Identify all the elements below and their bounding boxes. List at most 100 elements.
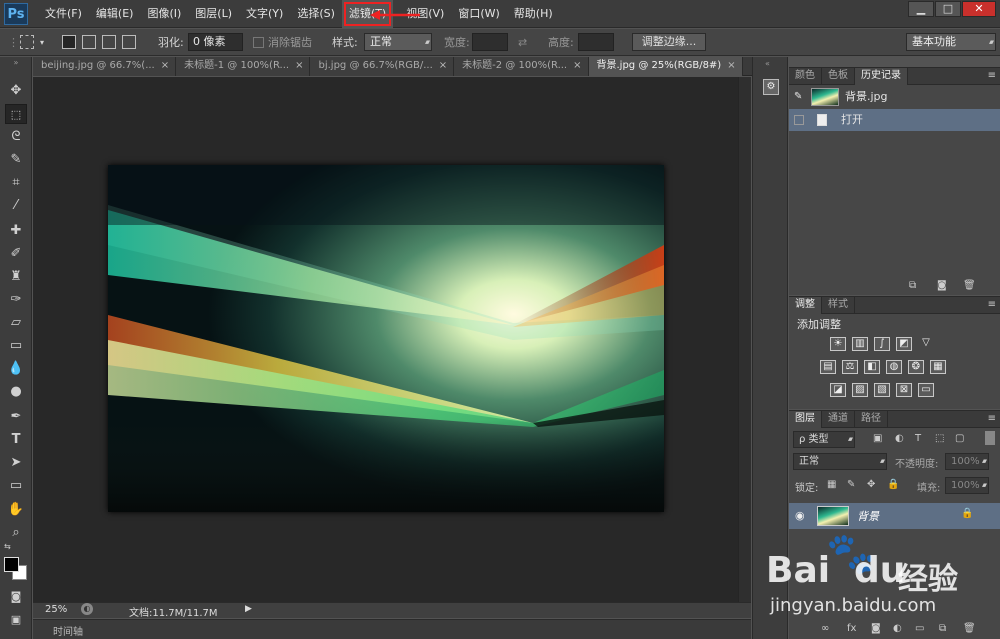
add-selection-icon[interactable] [82, 35, 96, 49]
type-filter-icon[interactable]: T [915, 433, 921, 444]
zoom-level[interactable]: 25% [45, 604, 67, 615]
lasso-tool-icon[interactable]: ᘓ [5, 127, 27, 147]
lock-pixels-icon[interactable]: ✎ [847, 479, 855, 490]
panel-menu-icon[interactable]: ≡ [988, 297, 996, 313]
pen-tool-icon[interactable]: ✒ [5, 407, 27, 427]
history-brush-tool-icon[interactable]: ✑ [5, 290, 27, 310]
tab-history[interactable]: 历史记录 [855, 68, 908, 85]
history-brush-source-icon[interactable]: ✎ [794, 86, 802, 108]
panel-menu-icon[interactable]: ≡ [988, 68, 996, 84]
tab-untitled-2[interactable]: 未标题-2 @ 100%(R... × [454, 57, 589, 76]
tab-beijing[interactable]: beijing.jpg @ 66.7%(... × [33, 57, 177, 76]
status-info-icon[interactable]: ◐ [81, 603, 93, 615]
menu-type[interactable]: 文字(Y) [239, 0, 290, 28]
brush-tool-icon[interactable]: ✐ [5, 244, 27, 264]
tab-layers[interactable]: 图层 [789, 411, 822, 428]
clone-stamp-tool-icon[interactable]: ♜ [5, 267, 27, 287]
screen-mode-icon[interactable]: ▣ [5, 610, 27, 630]
rectangle-tool-icon[interactable]: ▭ [5, 476, 27, 496]
status-menu-arrow-icon[interactable]: ▶ [245, 604, 252, 614]
tab-bj[interactable]: bj.jpg @ 66.7%(RGB/... × [310, 57, 455, 76]
smart-object-filter-icon[interactable]: ▢ [955, 433, 964, 444]
foreground-color-swatch[interactable] [4, 557, 19, 572]
menu-file[interactable]: 文件(F) [38, 0, 89, 28]
lock-transparency-icon[interactable]: ▦ [827, 479, 836, 490]
pixel-filter-icon[interactable]: ▣ [873, 433, 882, 444]
menu-help[interactable]: 帮助(H) [507, 0, 560, 28]
eye-icon[interactable]: ◉ [795, 509, 805, 522]
zoom-tool-icon[interactable]: ⌕ [5, 523, 27, 543]
menu-layer[interactable]: 图层(L) [188, 0, 239, 28]
close-icon[interactable]: × [727, 60, 735, 71]
close-icon[interactable]: × [295, 60, 303, 71]
maximize-button[interactable]: □ [935, 1, 961, 17]
trash-icon[interactable]: 🗑 [963, 280, 976, 291]
selective-color-icon[interactable]: ⊠ [896, 383, 912, 397]
shape-filter-icon[interactable]: ⬚ [935, 433, 944, 444]
swap-icon[interactable]: ⇄ [518, 34, 527, 51]
tab-color[interactable]: 颜色 [789, 68, 822, 85]
layer-filter-select[interactable]: ρ 类型 [793, 431, 855, 448]
new-document-from-state-icon[interactable]: ⧉ [909, 280, 916, 291]
eyedropper-tool-icon[interactable]: ⁄ [5, 196, 27, 216]
tab-background[interactable]: 背景.jpg @ 25%(RGB/8#) × [588, 57, 743, 76]
history-snapshot[interactable]: ✎ 背景.jpg [789, 86, 1000, 108]
hand-tool-icon[interactable]: ✋ [5, 500, 27, 520]
tab-untitled-1[interactable]: 未标题-1 @ 100%(R... × [176, 57, 311, 76]
lock-all-icon[interactable]: 🔒 [887, 479, 899, 490]
close-icon[interactable]: × [439, 60, 447, 71]
posterize-icon[interactable]: ▨ [852, 383, 868, 397]
feather-input[interactable]: 0 像素 [188, 33, 243, 51]
channel-mixer-icon[interactable]: ❂ [908, 360, 924, 374]
document-image[interactable] [108, 165, 664, 512]
refine-edge-button[interactable]: 调整边缘... [632, 33, 706, 51]
eraser-tool-icon[interactable]: ▱ [5, 313, 27, 333]
collapse-icon[interactable]: « [765, 59, 770, 68]
layer-name[interactable]: 背景 [857, 508, 879, 524]
color-lookup-icon[interactable]: ▦ [930, 360, 946, 374]
type-tool-icon[interactable]: T [5, 430, 27, 450]
fill-input[interactable]: 100% [945, 477, 989, 494]
width-input[interactable] [472, 33, 508, 51]
vibrance-icon[interactable]: ▽ [918, 337, 934, 351]
tab-adjustments[interactable]: 调整 [789, 297, 822, 314]
invert-icon[interactable]: ◪ [830, 383, 846, 397]
panel-menu-icon[interactable]: ≡ [988, 411, 996, 427]
curves-icon[interactable]: ∫ [874, 337, 890, 351]
chevron-down-icon[interactable]: ▾ [40, 34, 44, 51]
menu-select[interactable]: 选择(S) [290, 0, 342, 28]
menu-edit[interactable]: 编辑(E) [89, 0, 141, 28]
color-balance-icon[interactable]: ⚖ [842, 360, 858, 374]
marquee-tool-icon[interactable]: ⬚ [5, 104, 27, 124]
quick-select-tool-icon[interactable]: ✎ [5, 150, 27, 170]
close-window-button[interactable]: ✕ [962, 1, 996, 17]
swap-colors-icon[interactable]: ⇆ [4, 542, 11, 551]
move-tool-icon[interactable]: ✥ [5, 81, 27, 101]
dodge-tool-icon[interactable]: ● [5, 382, 27, 402]
lock-position-icon[interactable]: ✥ [867, 479, 875, 490]
style-select[interactable]: 正常 [364, 33, 432, 51]
gradient-tool-icon[interactable]: ▭ [5, 336, 27, 356]
brightness-icon[interactable]: ☀ [830, 337, 846, 351]
hue-saturation-icon[interactable]: ▤ [820, 360, 836, 374]
tab-styles[interactable]: 样式 [822, 297, 855, 314]
workspace-select[interactable]: 基本功能 [906, 33, 996, 51]
crop-tool-icon[interactable]: ⌗ [5, 173, 27, 193]
blend-mode-select[interactable]: 正常 [793, 453, 887, 470]
antialias-checkbox[interactable] [253, 37, 264, 48]
black-white-icon[interactable]: ◧ [864, 360, 880, 374]
history-step[interactable]: 打开 [789, 109, 1000, 131]
tab-channels[interactable]: 通道 [822, 411, 855, 428]
collapse-icon[interactable]: » [5, 59, 27, 67]
healing-brush-tool-icon[interactable]: ✚ [5, 221, 27, 241]
close-icon[interactable]: × [573, 60, 581, 71]
minimize-button[interactable]: ▁ [908, 1, 934, 17]
camera-icon[interactable]: ◙ [937, 280, 947, 291]
vertical-scrollbar[interactable] [738, 77, 751, 618]
gradient-map-icon[interactable]: ▭ [918, 383, 934, 397]
opacity-input[interactable]: 100% [945, 453, 989, 470]
levels-icon[interactable]: ▥ [852, 337, 868, 351]
close-icon[interactable]: × [161, 60, 169, 71]
tab-swatches[interactable]: 色板 [822, 68, 855, 85]
menu-image[interactable]: 图像(I) [140, 0, 188, 28]
